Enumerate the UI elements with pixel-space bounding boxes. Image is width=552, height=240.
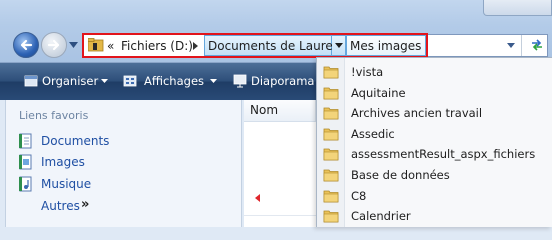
favorite-link-images[interactable]: Images	[41, 154, 85, 170]
address-history-dropdown-icon[interactable]	[506, 40, 516, 50]
breadcrumb-highlight	[82, 33, 428, 58]
slideshow-button[interactable]: Diaporama	[251, 73, 314, 89]
folder-icon	[323, 107, 339, 120]
folder-icon	[323, 87, 339, 100]
back-button[interactable]	[13, 32, 39, 58]
menu-item-label: Assedic	[351, 127, 395, 141]
music-icon	[19, 176, 32, 192]
address-divider	[521, 35, 522, 56]
arrow-right-icon	[47, 39, 60, 51]
favorite-link-music[interactable]: Musique	[41, 176, 91, 192]
favorites-heading: Liens favoris	[19, 109, 89, 122]
slideshow-icon	[233, 74, 247, 88]
menu-item-label: Archives ancien travail	[351, 106, 483, 120]
favorite-link-documents[interactable]: Documents	[41, 133, 109, 149]
chevron-down-icon	[101, 79, 108, 83]
favorites-more-glyph[interactable]: »	[81, 197, 89, 212]
menu-item-label: Base de données	[351, 168, 450, 182]
list-separator	[244, 215, 316, 216]
window-controls[interactable]	[483, 0, 552, 16]
views-icon	[123, 75, 137, 87]
chevron-down-icon	[210, 79, 217, 83]
folder-icon	[323, 66, 339, 79]
file-thumbnail-icon	[255, 194, 260, 202]
folder-icon	[323, 148, 339, 161]
forward-button[interactable]	[41, 32, 67, 58]
refresh-icon[interactable]	[530, 38, 544, 52]
documents-icon	[19, 133, 32, 149]
arrow-left-icon	[20, 39, 33, 51]
menu-item-label: C8	[351, 189, 367, 203]
menu-item-label: !vista	[351, 65, 384, 79]
folder-icon	[323, 210, 339, 223]
menu-item-label: Calendrier	[351, 209, 411, 223]
folder-icon	[323, 190, 339, 203]
menu-item-label: Aquitaine	[351, 86, 406, 100]
folder-icon	[323, 169, 339, 182]
recent-pages-dropdown-icon[interactable]	[69, 42, 78, 48]
column-header-label: Nom	[250, 103, 279, 117]
column-header-name[interactable]: Nom	[244, 100, 316, 122]
favorites-more-link[interactable]: Autres	[41, 198, 80, 214]
views-button[interactable]: Affichages	[144, 73, 204, 89]
organize-button[interactable]: Organiser	[42, 73, 98, 89]
pictures-icon	[19, 154, 32, 170]
organize-icon	[24, 75, 38, 87]
folder-icon	[323, 128, 339, 141]
menu-item-label: assessmentResult_aspx_fichiers	[351, 147, 536, 161]
